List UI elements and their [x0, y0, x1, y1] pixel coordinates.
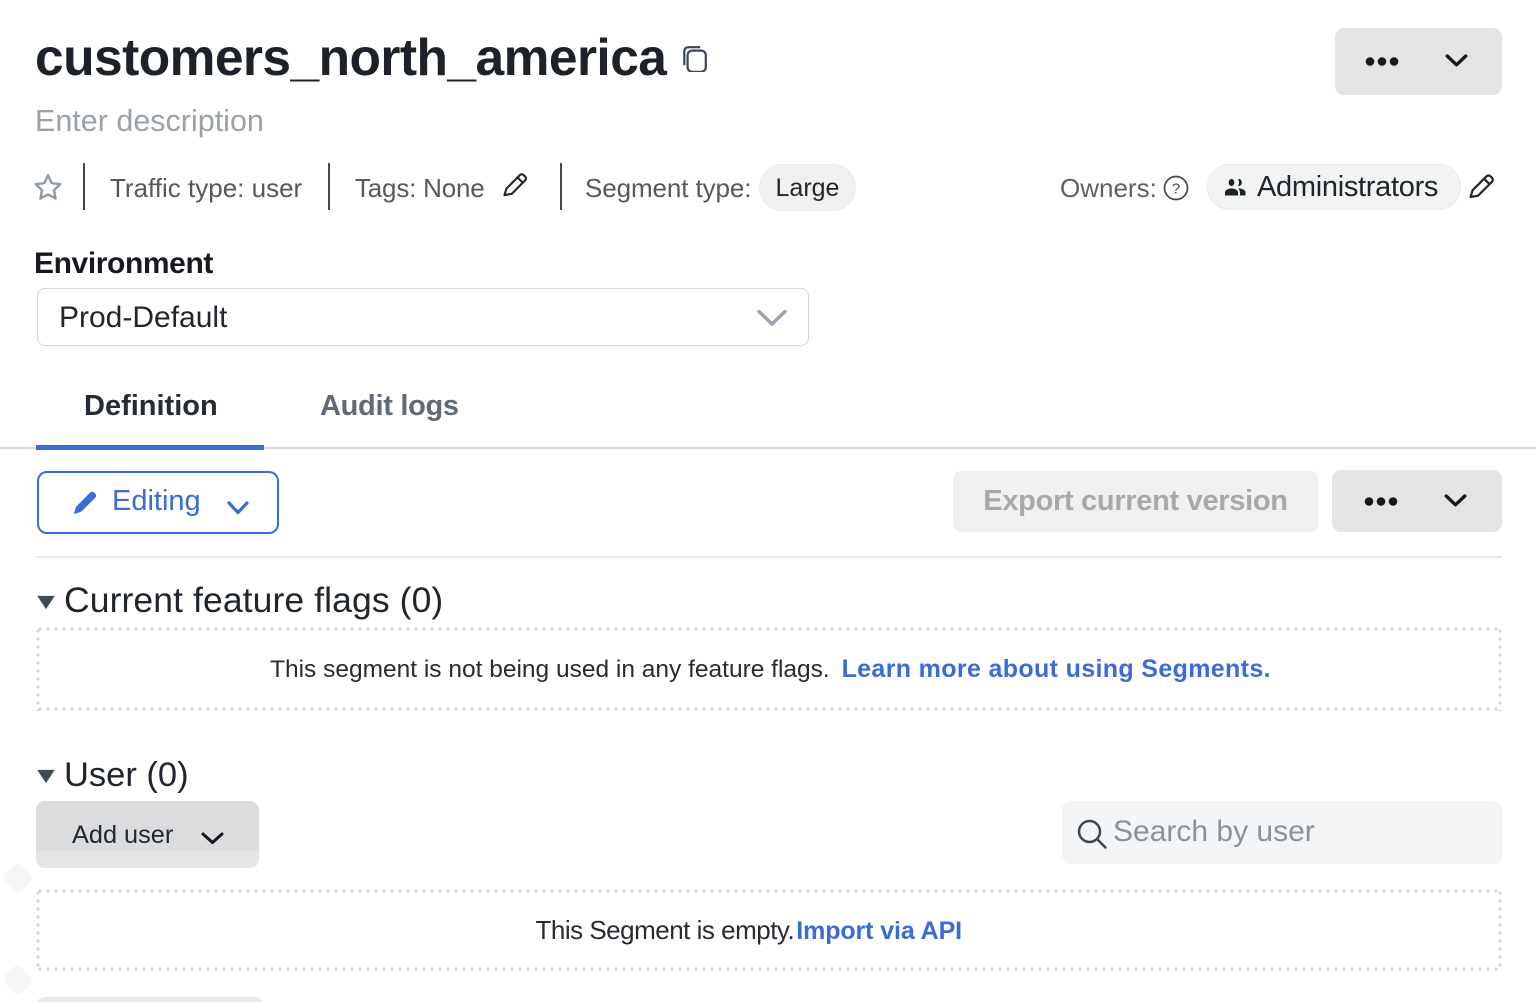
svg-text:?: ?	[1172, 180, 1180, 197]
